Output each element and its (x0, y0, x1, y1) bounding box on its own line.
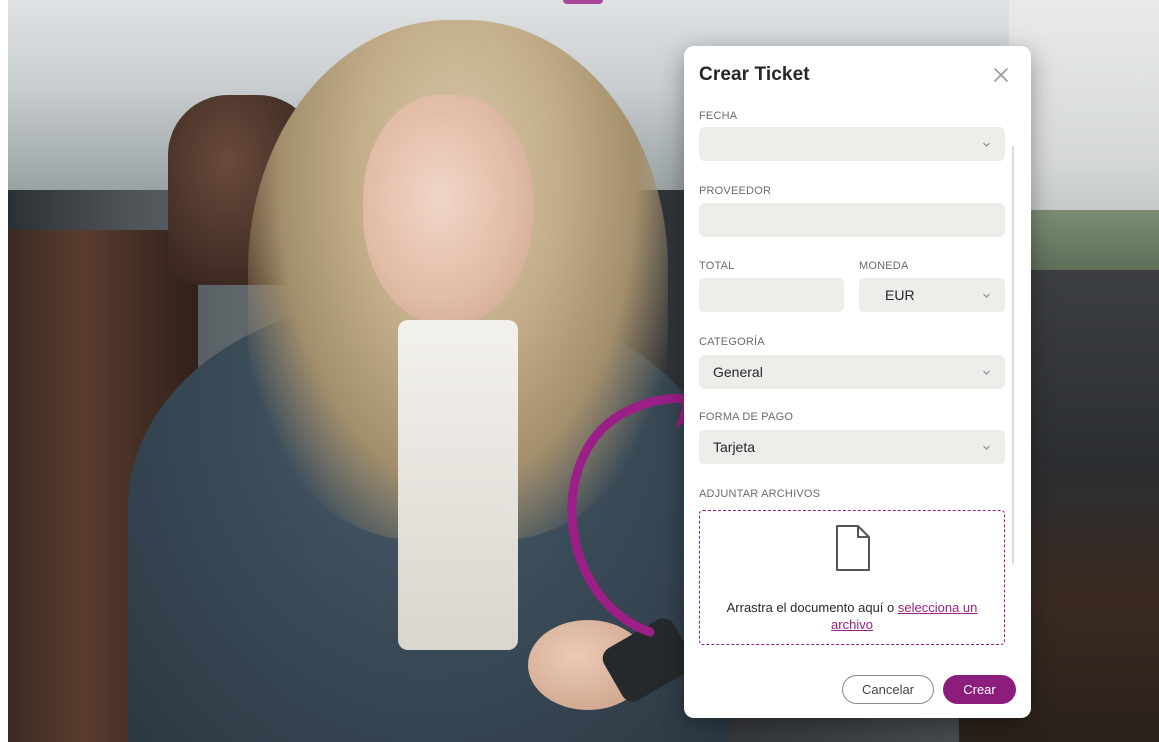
categoria-label: CATEGORÍA (699, 336, 765, 348)
dropzone-instruction: Arrastra el documento aquí o (726, 600, 895, 615)
fecha-select[interactable] (699, 127, 1005, 161)
moneda-select[interactable]: EUR (859, 278, 1005, 312)
chevron-down-icon (983, 293, 990, 298)
file-dropzone[interactable]: Arrastra el documento aquí o selecciona … (699, 510, 1005, 645)
forma-pago-label: FORMA DE PAGO (699, 411, 794, 423)
file-icon (836, 525, 870, 571)
proveedor-label: PROVEEDOR (699, 185, 772, 197)
create-ticket-modal: Crear Ticket FECHA PROVEEDOR TOTAL MONED… (684, 46, 1031, 718)
create-button[interactable]: Crear (943, 675, 1016, 704)
total-field[interactable] (699, 278, 844, 312)
forma-pago-select[interactable]: Tarjeta (699, 430, 1005, 464)
total-input[interactable] (713, 286, 830, 304)
total-label: TOTAL (699, 260, 735, 272)
fecha-label: FECHA (699, 110, 738, 122)
forma-pago-value: Tarjeta (713, 439, 756, 455)
proveedor-field[interactable] (699, 203, 1005, 237)
chevron-down-icon (983, 370, 990, 375)
adjuntar-label: ADJUNTAR ARCHIVOS (699, 488, 821, 500)
categoria-value: General (713, 364, 763, 380)
outside-greenery (1009, 210, 1159, 270)
dropzone-text: Arrastra el documento aquí o selecciona … (708, 599, 996, 633)
close-icon[interactable] (990, 64, 1012, 86)
cancel-button[interactable]: Cancelar (842, 675, 934, 704)
moneda-value: EUR (885, 287, 915, 303)
categoria-select[interactable]: General (699, 355, 1005, 389)
modal-title: Crear Ticket (699, 64, 810, 85)
moneda-label: MONEDA (859, 260, 909, 272)
proveedor-input[interactable] (713, 211, 991, 229)
chevron-down-icon (983, 142, 990, 147)
person-face (363, 95, 533, 325)
chevron-down-icon (983, 445, 990, 450)
person-shirt (398, 320, 518, 650)
headline-fragment (563, 0, 603, 4)
modal-scrollbar[interactable] (1012, 146, 1014, 564)
